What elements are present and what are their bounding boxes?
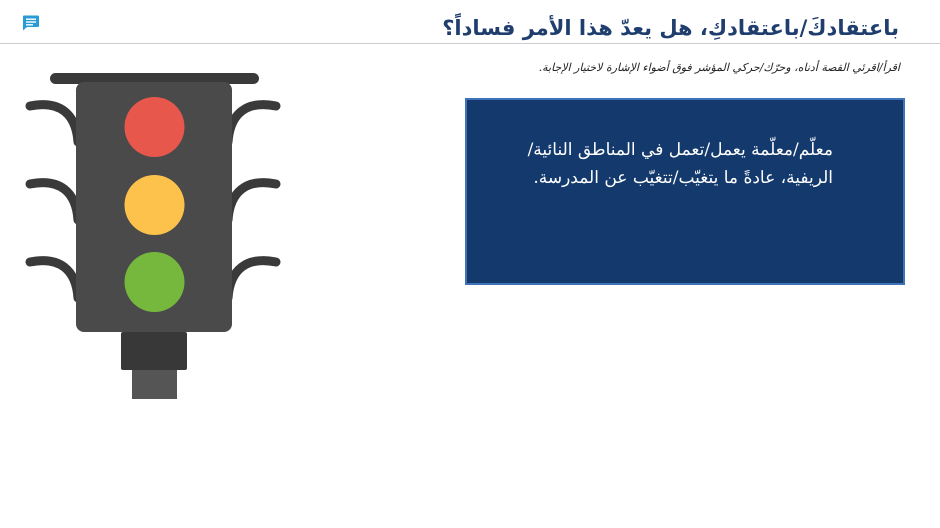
- traffic-light-pole: [132, 370, 177, 399]
- story-card: معلّم/معلّمة يعمل/تعمل في المناطق النائي…: [465, 98, 905, 285]
- page-title: باعتقادكَ/باعتقادكِ، هل يعدّ هذا الأمر ف…: [442, 16, 899, 40]
- header-divider: [0, 43, 940, 44]
- story-text: معلّم/معلّمة يعمل/تعمل في المناطق النائي…: [527, 140, 833, 188]
- traffic-light-base: [121, 332, 187, 370]
- right-visors: [223, 100, 281, 303]
- yellow-light-button[interactable]: [124, 175, 185, 235]
- comment-icon[interactable]: [22, 14, 40, 32]
- traffic-light: [25, 73, 281, 399]
- activity-page: باعتقادكَ/باعتقادكِ، هل يعدّ هذا الأمر ف…: [0, 0, 940, 528]
- red-light-button[interactable]: [124, 97, 185, 157]
- instruction-text: اقرأ/اقرئي القصة أدناه، وحرّك/حركي المؤش…: [538, 61, 900, 74]
- green-light-button[interactable]: [124, 252, 185, 312]
- left-visors: [25, 100, 83, 303]
